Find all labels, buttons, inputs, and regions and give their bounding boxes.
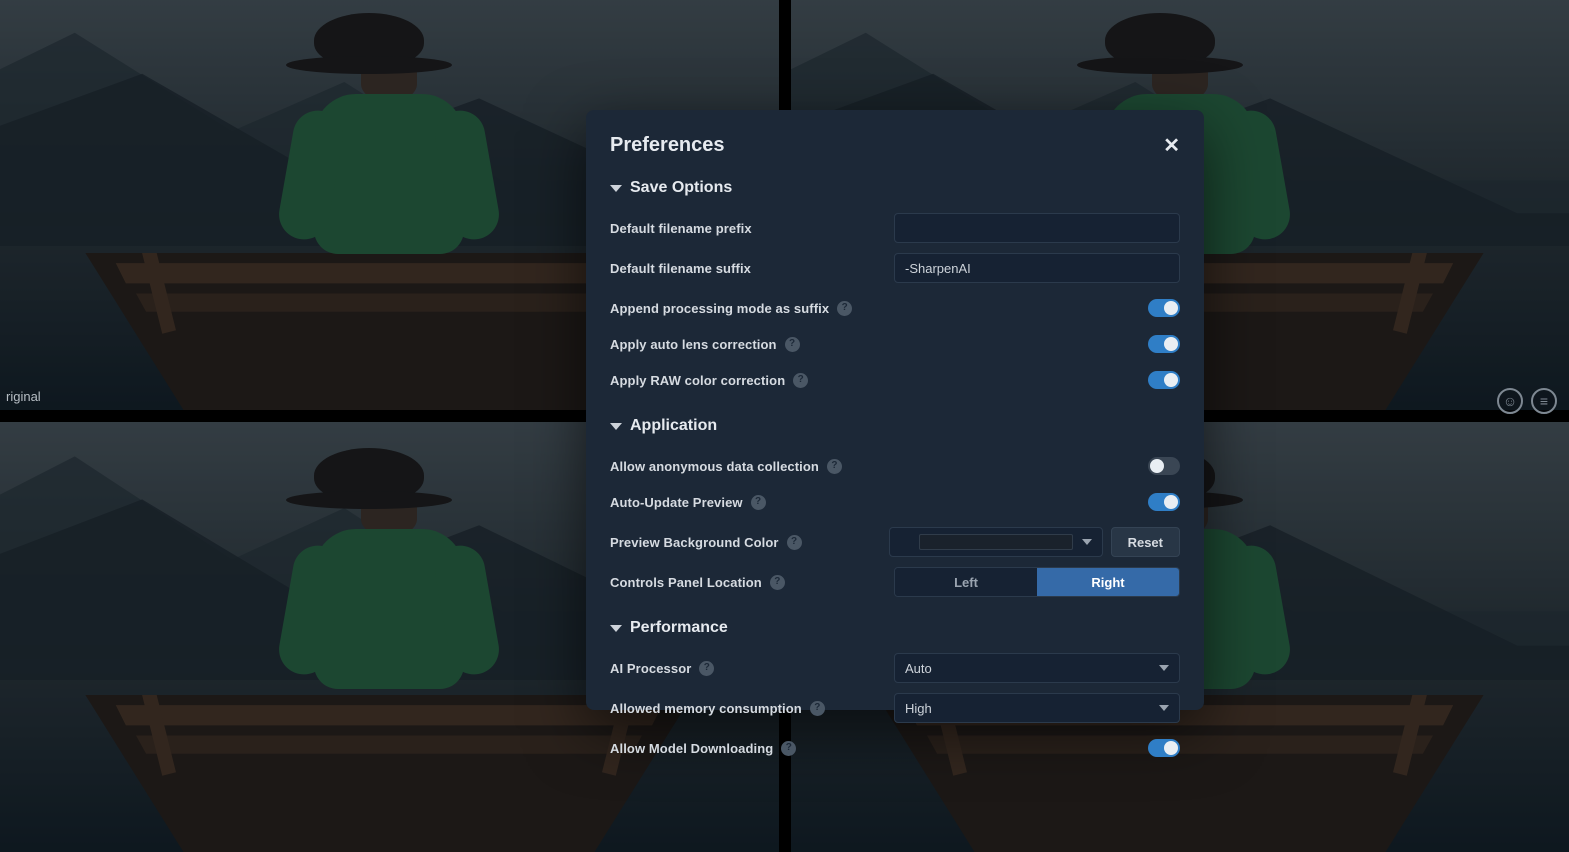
auto-update-label: Auto-Update Preview <box>610 495 743 510</box>
select-value: Auto <box>905 661 932 676</box>
section-header-application[interactable]: Application <box>610 417 1180 435</box>
help-icon[interactable]: ? <box>787 535 802 550</box>
append-mode-toggle[interactable] <box>1148 299 1180 317</box>
help-icon[interactable]: ? <box>699 661 714 676</box>
memory-select[interactable]: High <box>894 693 1180 723</box>
prefix-input[interactable] <box>894 213 1180 243</box>
suffix-label: Default filename suffix <box>610 261 751 276</box>
suffix-input[interactable] <box>894 253 1180 283</box>
model-download-toggle[interactable] <box>1148 739 1180 757</box>
lens-correction-label: Apply auto lens correction <box>610 337 777 352</box>
help-icon[interactable]: ? <box>751 495 766 510</box>
help-icon[interactable]: ? <box>810 701 825 716</box>
bg-color-picker[interactable] <box>889 527 1103 557</box>
section-header-save-options[interactable]: Save Options <box>610 179 1180 197</box>
chevron-down-icon <box>1159 665 1169 671</box>
chevron-down-icon <box>610 423 622 430</box>
help-icon[interactable]: ? <box>770 575 785 590</box>
chevron-down-icon <box>610 185 622 192</box>
anon-data-toggle[interactable] <box>1148 457 1180 475</box>
auto-update-toggle[interactable] <box>1148 493 1180 511</box>
select-value: High <box>905 701 932 716</box>
anon-data-label: Allow anonymous data collection <box>610 459 819 474</box>
panel-right-button[interactable]: Right <box>1037 568 1179 596</box>
memory-label: Allowed memory consumption <box>610 701 802 716</box>
section-title: Application <box>630 417 717 435</box>
help-icon[interactable]: ? <box>785 337 800 352</box>
dialog-title: Preferences <box>610 134 725 157</box>
compare-icon[interactable]: ≡ <box>1531 388 1557 414</box>
section-header-performance[interactable]: Performance <box>610 619 1180 637</box>
preferences-dialog: Preferences ✕ Save Options Default filen… <box>586 110 1204 710</box>
section-title: Performance <box>630 619 728 637</box>
reset-button[interactable]: Reset <box>1111 527 1180 557</box>
append-mode-label: Append processing mode as suffix <box>610 301 829 316</box>
color-swatch <box>919 534 1073 550</box>
panel-location-label: Controls Panel Location <box>610 575 762 590</box>
close-button[interactable]: ✕ <box>1163 136 1180 156</box>
chevron-down-icon <box>610 625 622 632</box>
ai-processor-select[interactable]: Auto <box>894 653 1180 683</box>
close-icon: ✕ <box>1163 135 1180 157</box>
prefix-label: Default filename prefix <box>610 221 752 236</box>
section-title: Save Options <box>630 179 732 197</box>
help-icon[interactable]: ? <box>781 741 796 756</box>
chevron-down-icon <box>1082 539 1092 545</box>
help-icon[interactable]: ? <box>827 459 842 474</box>
model-download-label: Allow Model Downloading <box>610 741 773 756</box>
lens-correction-toggle[interactable] <box>1148 335 1180 353</box>
face-icon[interactable]: ☺ <box>1497 388 1523 414</box>
help-icon[interactable]: ? <box>837 301 852 316</box>
raw-correction-toggle[interactable] <box>1148 371 1180 389</box>
ai-processor-label: AI Processor <box>610 661 691 676</box>
tile-label-original: riginal <box>6 389 41 404</box>
bg-color-label: Preview Background Color <box>610 535 779 550</box>
raw-correction-label: Apply RAW color correction <box>610 373 785 388</box>
chevron-down-icon <box>1159 705 1169 711</box>
help-icon[interactable]: ? <box>793 373 808 388</box>
panel-left-button[interactable]: Left <box>895 568 1037 596</box>
preview-toolbar: ☺ ≡ <box>1497 388 1557 414</box>
panel-location-segment: Left Right <box>894 567 1180 597</box>
